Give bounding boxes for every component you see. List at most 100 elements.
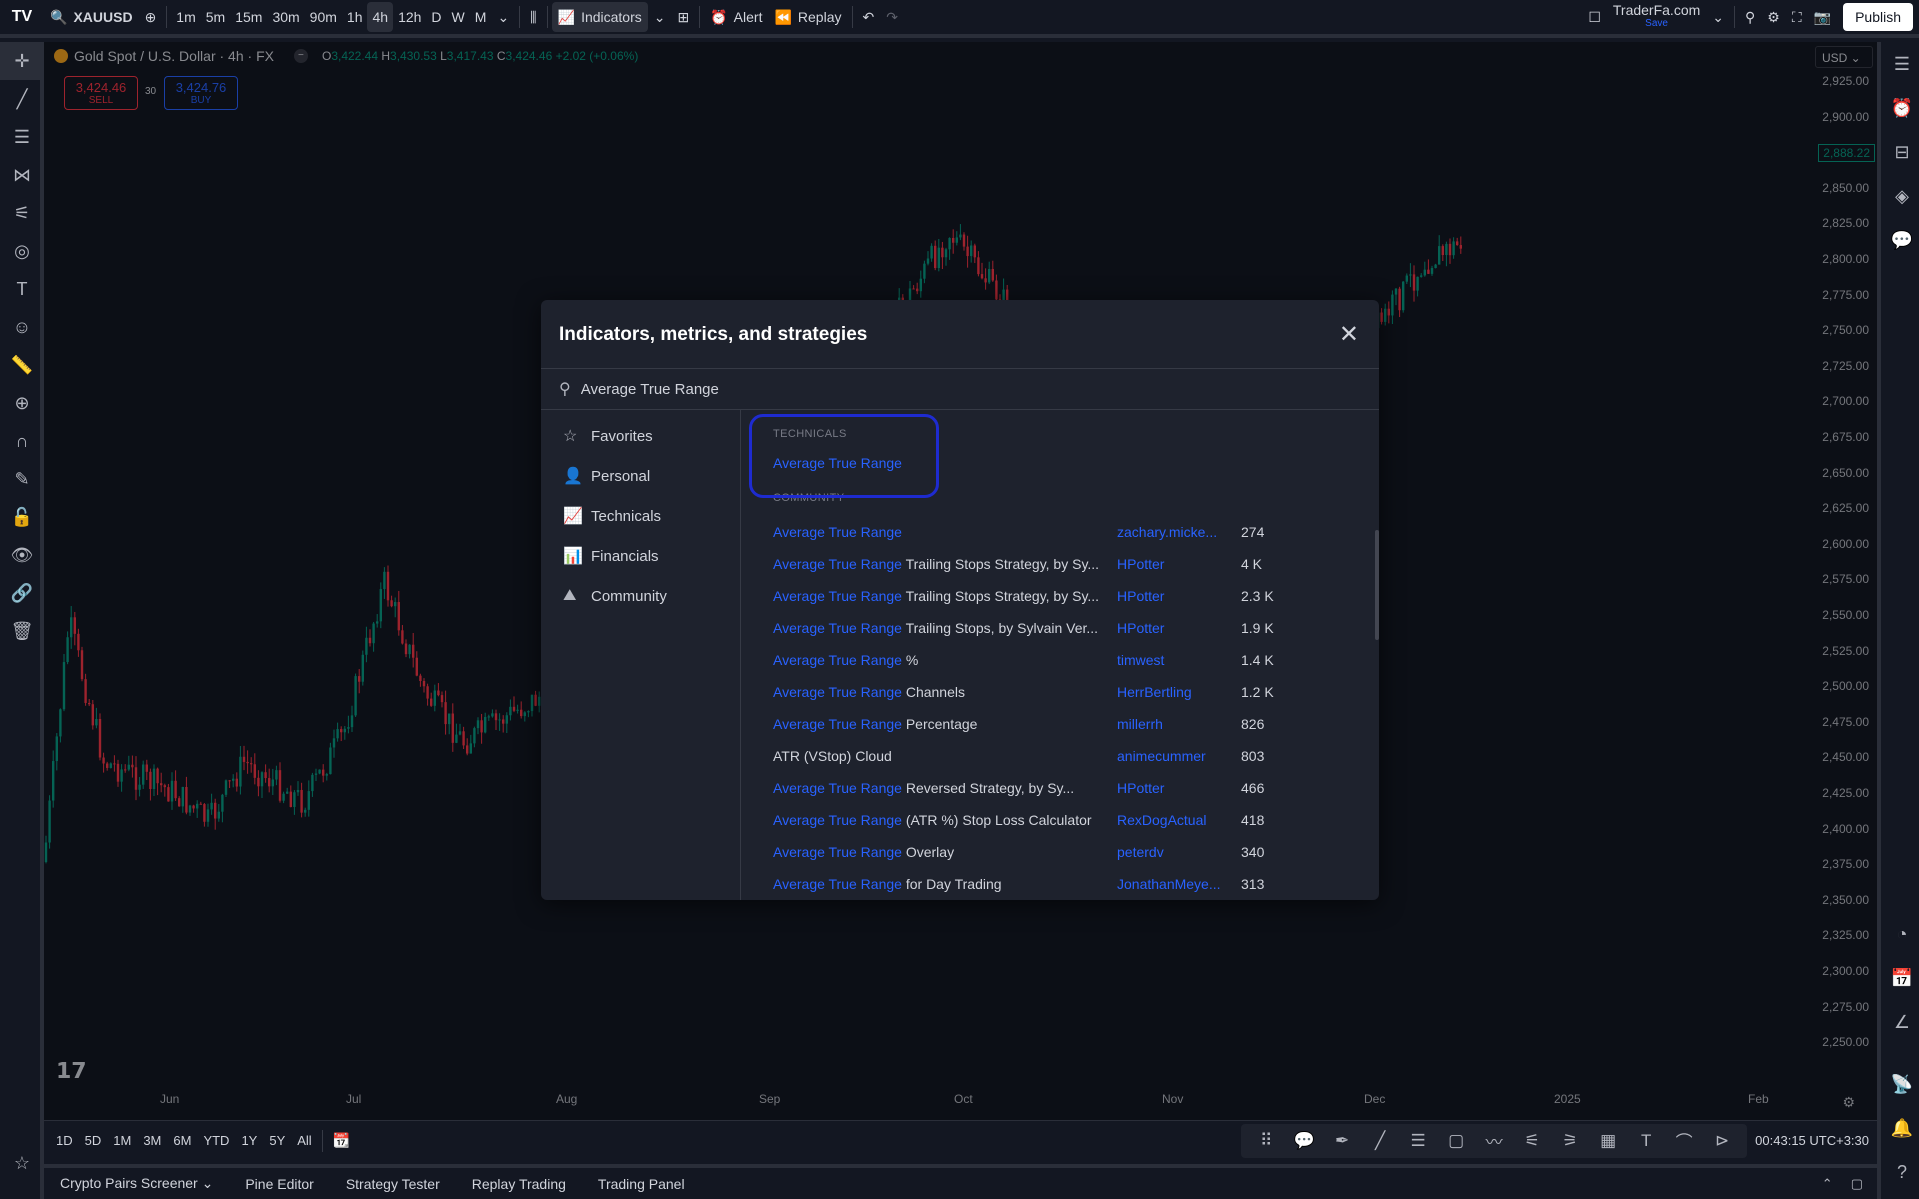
ruler-icon[interactable]: 📏 — [0, 346, 44, 384]
maximize-panel-icon[interactable]: ▢ — [1851, 1176, 1863, 1192]
range-1y[interactable]: 1Y — [235, 1122, 263, 1160]
settings-button[interactable]: ⚙ — [1761, 0, 1786, 36]
broadcast-icon[interactable]: 📡 — [1881, 1062, 1919, 1106]
publish-button[interactable]: Publish — [1843, 3, 1913, 31]
tab-crypto-pairs-screener[interactable]: Crypto Pairs Screener ⌄ — [44, 1175, 229, 1192]
help-icon[interactable]: ? — [1881, 1150, 1919, 1194]
community-result-item[interactable]: Average True Range (ATR %) Stop Loss Cal… — [741, 804, 1379, 836]
search-input[interactable] — [580, 380, 1281, 398]
interval-1h[interactable]: 1h — [342, 0, 368, 36]
sidebar-item-personal[interactable]: 👤 Personal — [541, 456, 740, 496]
brush-icon[interactable]: ◎ — [0, 232, 44, 270]
result-author[interactable]: peterdv — [1117, 844, 1241, 860]
community-result-item[interactable]: Average True Range Channels HerrBertling 1… — [741, 676, 1379, 708]
link-icon[interactable]: 🔗 — [0, 574, 44, 612]
tab-pine-editor[interactable]: Pine Editor — [229, 1176, 329, 1192]
calendar-icon[interactable]: 📅 — [1881, 956, 1919, 1000]
layout-checkbox[interactable]: ☐ — [1582, 0, 1607, 36]
range-1d[interactable]: 1D — [50, 1122, 79, 1160]
layers-icon[interactable]: ◈ — [1881, 174, 1919, 218]
sidebar-item-financials[interactable]: 📊 Financials — [541, 536, 740, 576]
interval-M[interactable]: M — [470, 0, 492, 36]
parallel-channel-icon[interactable]: ☰ — [1399, 1131, 1437, 1151]
community-result-item[interactable]: Average True Range Overlay peterdv 340 — [741, 836, 1379, 868]
screenshot-button[interactable]: 📷 — [1808, 0, 1837, 36]
alerts-clock-icon[interactable]: ⏰ — [1881, 86, 1919, 130]
line-icon[interactable]: ╱ — [1361, 1131, 1399, 1151]
interval-15m[interactable]: 15m — [230, 0, 267, 36]
community-result-item[interactable]: Average True Range for Day Trading Jonath… — [741, 868, 1379, 900]
account-button[interactable]: TraderFa.com Save — [1607, 0, 1706, 36]
result-author[interactable]: HPotter — [1117, 588, 1241, 604]
elliott-wave-icon[interactable]: 〰 — [1475, 1128, 1513, 1153]
speedometer-icon[interactable]: ◔ — [1881, 912, 1919, 956]
compare-add-button[interactable]: ⊕ — [139, 0, 163, 36]
play-circle-icon[interactable]: ⊳ — [1703, 1131, 1741, 1151]
replay-button[interactable]: ⏪ Replay — [768, 0, 847, 36]
collapse-panel-icon[interactable]: ⌃ — [1822, 1176, 1833, 1192]
range-6m[interactable]: 6M — [167, 1122, 197, 1160]
account-dropdown[interactable]: ⌄ — [1706, 0, 1730, 36]
magnet-icon[interactable]: ∩ — [0, 422, 44, 460]
community-result-item[interactable]: Average True Range Percentage millerrh 826 — [741, 708, 1379, 740]
goto-date-button[interactable]: 📆 — [327, 1122, 356, 1160]
object-tree-icon[interactable]: ⊟ — [1881, 130, 1919, 174]
layouts-button[interactable]: ⊞ — [672, 0, 696, 36]
community-result-item[interactable]: Average True Range Trailing Stops Strate… — [741, 548, 1379, 580]
range-5y[interactable]: 5Y — [263, 1122, 291, 1160]
tab-strategy-tester[interactable]: Strategy Tester — [330, 1176, 456, 1192]
sidebar-item-favorites[interactable]: ☆ Favorites — [541, 416, 740, 456]
result-author[interactable]: HPotter — [1117, 620, 1241, 636]
community-result-item[interactable]: Average True Range % timwest 1.4 K — [741, 644, 1379, 676]
result-author[interactable]: HerrBertling — [1117, 684, 1241, 700]
range-3m[interactable]: 3M — [137, 1122, 167, 1160]
redo-button[interactable]: ↷ — [880, 0, 904, 36]
interval-dropdown[interactable]: ⌄ — [491, 0, 515, 36]
tab-trading-panel[interactable]: Trading Panel — [582, 1176, 701, 1192]
fullscreen-button[interactable]: ⛶ — [1786, 0, 1808, 36]
community-result-item[interactable]: Average True Range Reversed Strategy, by… — [741, 772, 1379, 804]
prediction-icon[interactable]: ⚟ — [0, 194, 44, 232]
lock-drawing-icon[interactable]: ✎ — [0, 460, 44, 498]
chart-type-button[interactable]: ⫼ — [524, 0, 542, 36]
favorites-star-icon[interactable]: ☆ — [0, 1144, 44, 1182]
result-author[interactable]: zachary.micke... — [1117, 524, 1241, 540]
indicators-button[interactable]: 📈 Indicators — [551, 2, 648, 32]
community-result-item[interactable]: Average True Range zachary.micke... 274 — [741, 516, 1379, 548]
interval-12h[interactable]: 12h — [393, 0, 426, 36]
results-list[interactable]: TECHNICALS Average True Range COMMUNITY … — [741, 410, 1379, 900]
text-icon[interactable]: T — [0, 270, 44, 308]
watchlist-icon[interactable]: ☰ — [1881, 42, 1919, 86]
curve-icon[interactable]: ⌒ — [1665, 1128, 1703, 1153]
interval-30m[interactable]: 30m — [267, 0, 304, 36]
emoji-icon[interactable]: ☺ — [0, 308, 44, 346]
callout-icon[interactable]: 💬 — [1285, 1131, 1323, 1151]
bell-icon[interactable]: 🔔 — [1881, 1106, 1919, 1150]
quick-search-button[interactable]: ⚲ — [1739, 0, 1761, 36]
interval-W[interactable]: W — [447, 0, 470, 36]
chat-icon[interactable]: 💬 — [1881, 218, 1919, 262]
result-author[interactable]: JonathanMeye... — [1117, 876, 1241, 892]
result-author[interactable]: millerrh — [1117, 716, 1241, 732]
range-5d[interactable]: 5D — [79, 1122, 108, 1160]
close-icon[interactable]: ✕ — [1339, 320, 1359, 349]
tradingview-logo[interactable]: TV — [0, 0, 44, 36]
interval-D[interactable]: D — [426, 0, 446, 36]
result-author[interactable]: RexDogActual — [1117, 812, 1241, 828]
symbol-search-button[interactable]: 🔍 XAUUSD — [44, 0, 139, 36]
pen-icon[interactable]: ✒ — [1323, 1131, 1361, 1151]
drag-handle-icon[interactable]: ⠿ — [1247, 1131, 1285, 1151]
crosshair-icon[interactable]: ✛ — [0, 42, 44, 80]
tab-replay-trading[interactable]: Replay Trading — [456, 1176, 582, 1192]
fib-icon[interactable]: ⚞ — [1551, 1131, 1589, 1151]
result-author[interactable]: HPotter — [1117, 780, 1241, 796]
eye-icon[interactable]: 👁 — [0, 536, 44, 574]
pine-icon[interactable]: ∠ — [1881, 1000, 1919, 1044]
interval-90m[interactable]: 90m — [305, 0, 342, 36]
text-tool-icon[interactable]: T — [1627, 1131, 1665, 1151]
trendline-icon[interactable]: ╱ — [0, 80, 44, 118]
range-ytd[interactable]: YTD — [197, 1122, 235, 1160]
pattern-icon[interactable]: ⋈ — [0, 156, 44, 194]
results-scrollbar[interactable] — [1375, 530, 1379, 640]
interval-5m[interactable]: 5m — [201, 0, 230, 36]
